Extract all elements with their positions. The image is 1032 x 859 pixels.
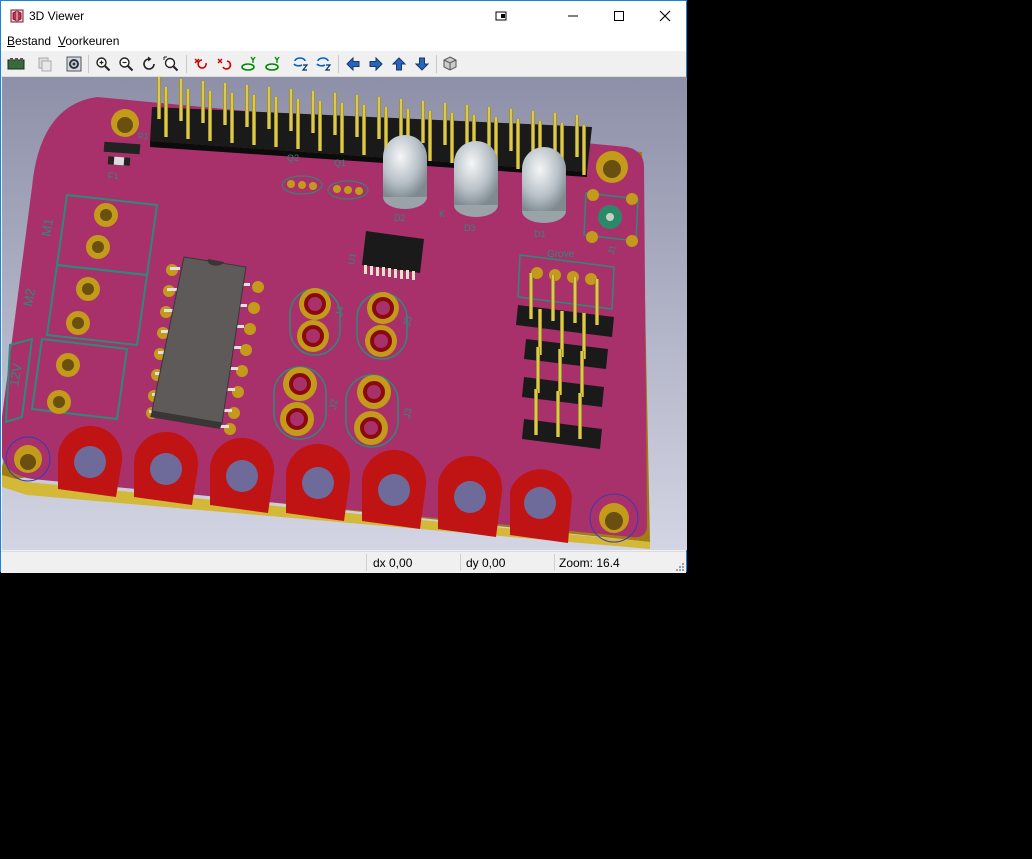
- silk-grove: Grove: [547, 249, 575, 260]
- move-left-icon: [346, 56, 360, 72]
- silk-d3: D3: [464, 223, 476, 233]
- move-left-button[interactable]: [343, 54, 363, 74]
- copy-button[interactable]: [35, 54, 55, 74]
- zoom-fit-icon: [163, 56, 179, 72]
- close-button[interactable]: [642, 1, 688, 31]
- maximize-button[interactable]: [596, 1, 642, 31]
- render-button[interactable]: [6, 54, 26, 74]
- copy-icon: [38, 57, 52, 72]
- silk-r1: R1: [138, 132, 149, 141]
- status-divider: [460, 554, 461, 571]
- zoom-fit-button[interactable]: [161, 54, 181, 74]
- toolbar-separator: [338, 55, 339, 73]
- status-bar: dx 0,00 dy 0,00 Zoom: 16.4: [1, 551, 686, 573]
- viewer-window: 3D Viewer Bestand Voorkeuren F1 M1 M2 12…: [0, 0, 687, 573]
- menu-voorkeuren-label: oorkeuren: [65, 34, 120, 48]
- resize-grip-icon[interactable]: [674, 561, 684, 571]
- rotate-z-ccw-button[interactable]: [314, 54, 334, 74]
- mounting-hole: [596, 151, 628, 183]
- menu-bar: Bestand Voorkeuren: [1, 31, 686, 51]
- status-dx: dx 0,00: [373, 556, 413, 570]
- silk-q1: Q1: [334, 158, 346, 168]
- move-down-button[interactable]: [412, 54, 432, 74]
- rotate-y-ccw-icon: [265, 56, 280, 71]
- settings-icon: [66, 56, 82, 72]
- redraw-button[interactable]: [139, 54, 159, 74]
- ortho-icon: [443, 56, 457, 71]
- rotate-x-cw-button[interactable]: [191, 54, 211, 74]
- menu-voorkeuren[interactable]: Voorkeuren: [58, 34, 119, 48]
- silk-f1: F1: [108, 171, 119, 181]
- rotate-x-cw-icon: [194, 58, 207, 69]
- toolbar-separator: [436, 55, 437, 73]
- menu-bestand[interactable]: Bestand: [7, 34, 51, 48]
- mounting-hole: [111, 109, 139, 137]
- 3d-viewer-app-icon: [10, 9, 24, 23]
- silk-m1: M1: [38, 217, 56, 237]
- rotate-x-ccw-button[interactable]: [214, 54, 234, 74]
- zoom-out-icon: [119, 57, 134, 72]
- ortho-button[interactable]: [440, 54, 460, 74]
- silk-u1: U1: [346, 252, 358, 265]
- silk-m2: M2: [20, 287, 38, 307]
- title-bar[interactable]: 3D Viewer: [1, 1, 686, 31]
- window-title: 3D Viewer: [29, 9, 85, 23]
- restore-down-button[interactable]: [478, 1, 524, 31]
- status-zoom: Zoom: 16.4: [559, 556, 620, 570]
- rotate-z-ccw-icon: [316, 57, 332, 71]
- zoom-in-button[interactable]: [93, 54, 113, 74]
- menu-bestand-label: estand: [15, 34, 52, 48]
- menu-bestand-accel: B: [7, 34, 16, 48]
- rotate-y-cw-button[interactable]: [239, 54, 259, 74]
- window-snap-icon: [495, 11, 507, 21]
- toolbar: [1, 51, 686, 77]
- rotate-z-cw-button[interactable]: [291, 54, 311, 74]
- silk-k: K: [439, 209, 445, 219]
- minimize-button[interactable]: [550, 1, 596, 31]
- status-divider: [366, 554, 367, 571]
- minimize-icon: [568, 15, 578, 17]
- close-icon: [659, 10, 671, 22]
- silk-j1: J1: [606, 244, 618, 255]
- 3d-viewport[interactable]: F1 M1 M2 12V U1 D2 D3 K D1 Q2 Q1 J4 J5 J…: [2, 77, 687, 550]
- toolbar-separator: [88, 55, 89, 73]
- move-down-icon: [414, 57, 430, 71]
- rotate-x-ccw-icon: [217, 58, 232, 70]
- render-icon: [7, 58, 25, 70]
- rotate-y-cw-icon: [241, 56, 256, 71]
- rotate-z-cw-icon: [293, 57, 309, 71]
- move-up-icon: [391, 57, 407, 71]
- silk-d2: D2: [394, 213, 406, 223]
- zoom-out-button[interactable]: [116, 54, 136, 74]
- move-right-icon: [369, 56, 383, 72]
- pcb-3d-render[interactable]: F1 M1 M2 12V U1 D2 D3 K D1 Q2 Q1 J4 J5 J…: [2, 77, 687, 550]
- status-divider: [554, 554, 555, 571]
- zoom-in-icon: [96, 57, 111, 72]
- move-up-button[interactable]: [389, 54, 409, 74]
- rotate-y-ccw-button[interactable]: [263, 54, 283, 74]
- silk-q2: Q2: [287, 153, 299, 163]
- move-right-button[interactable]: [366, 54, 386, 74]
- settings-button[interactable]: [64, 54, 84, 74]
- silk-d1: D1: [534, 229, 546, 239]
- redraw-icon: [143, 56, 155, 70]
- toolbar-separator: [186, 55, 187, 73]
- maximize-icon: [614, 11, 624, 21]
- status-dy: dy 0,00: [466, 556, 506, 570]
